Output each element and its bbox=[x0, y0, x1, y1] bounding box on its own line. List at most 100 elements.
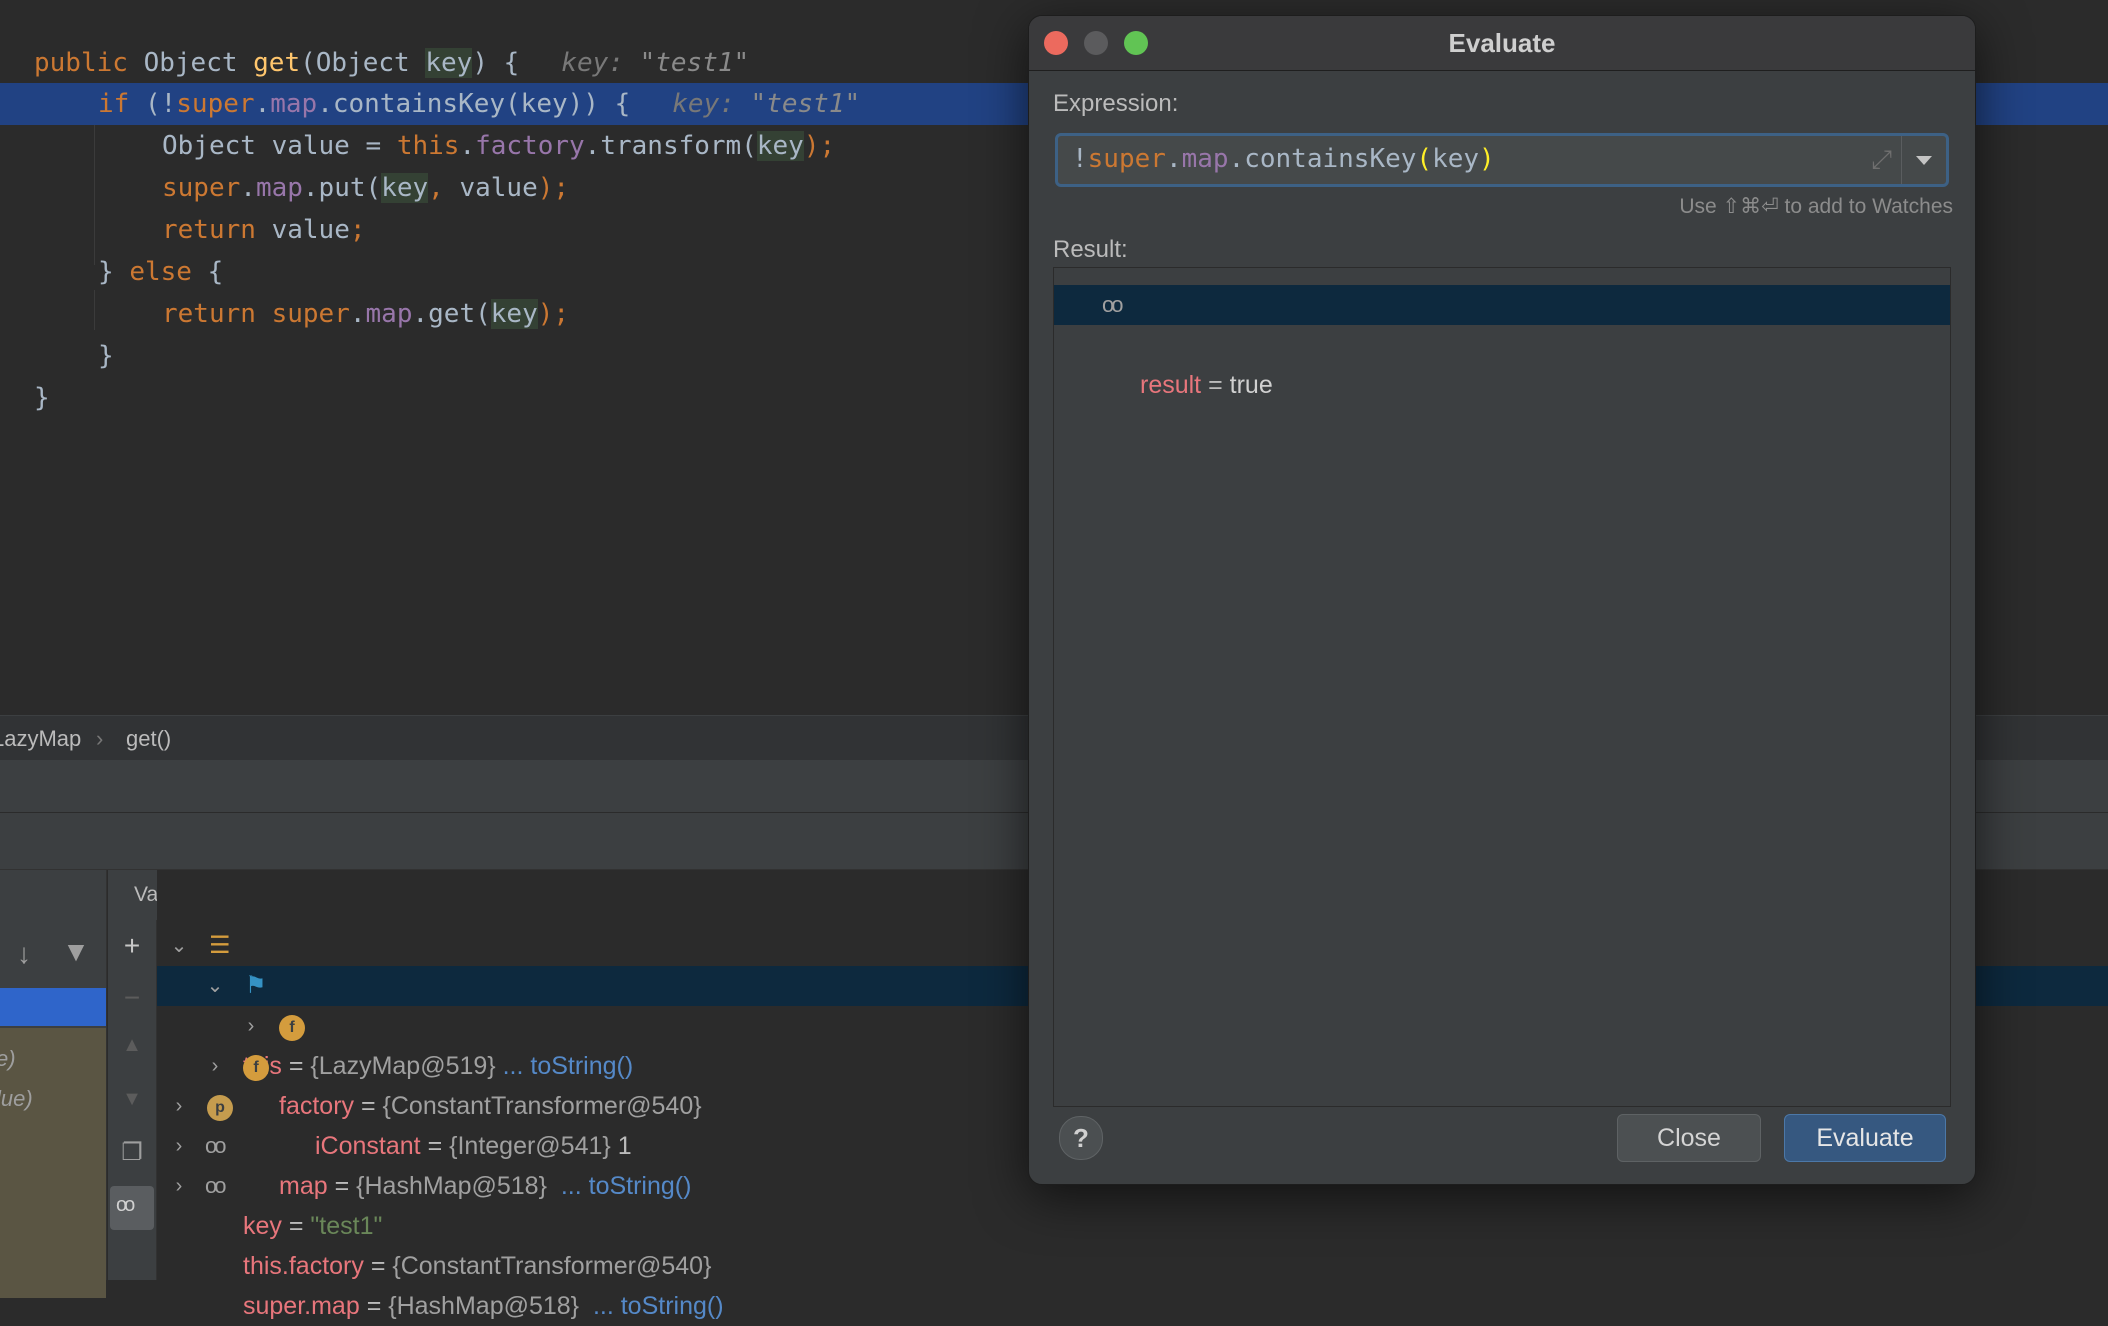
chevron-down-icon[interactable]: ⌄ bbox=[205, 966, 225, 1006]
result-tree[interactable]: oo result = true bbox=[1053, 267, 1951, 1107]
code-line-7[interactable]: return super.map.get(key); bbox=[162, 293, 569, 335]
code-line-8[interactable]: } bbox=[98, 335, 114, 377]
evaluate-button[interactable]: Evaluate bbox=[1784, 1114, 1946, 1162]
code-token: get bbox=[253, 48, 301, 78]
code-line-5[interactable]: return value; bbox=[162, 209, 366, 251]
add-icon[interactable]: + bbox=[112, 930, 152, 962]
move-down-icon[interactable]: ▼ bbox=[112, 1088, 152, 1111]
code-token: ) { bbox=[472, 48, 520, 78]
frame-item[interactable]: e) bbox=[0, 1046, 16, 1072]
code-token: } bbox=[98, 257, 130, 287]
code-token: . bbox=[1228, 144, 1245, 174]
evaluate-dialog: Evaluate Expression: !super.map.contains… bbox=[1028, 15, 1976, 1185]
history-dropdown[interactable] bbox=[1901, 136, 1946, 184]
dialog-title: Evaluate bbox=[1448, 28, 1556, 58]
field-icon: f bbox=[243, 1055, 269, 1081]
code-token: Object bbox=[127, 48, 254, 78]
frame-item-selected[interactable] bbox=[0, 988, 106, 1026]
dropdown-icon bbox=[1916, 156, 1932, 165]
breadcrumb-class[interactable]: LazyMap bbox=[0, 726, 81, 752]
variable-eq: = bbox=[359, 1292, 389, 1320]
inline-value-hint: key: bbox=[672, 89, 751, 119]
help-icon[interactable]: ? bbox=[1059, 1116, 1103, 1160]
code-token: factory bbox=[475, 131, 585, 161]
frame-item[interactable]: lue) bbox=[0, 1086, 33, 1112]
variable-name: this.factory bbox=[243, 1252, 364, 1280]
code-token: . bbox=[1165, 144, 1182, 174]
code-token: super bbox=[162, 173, 241, 203]
code-line-4[interactable]: super.map.put(key, value); bbox=[162, 167, 569, 209]
result-eq: = bbox=[1201, 371, 1230, 399]
param-icon: p bbox=[207, 1095, 233, 1121]
chevron-right-icon[interactable]: › bbox=[169, 1166, 189, 1206]
chevron-right-icon[interactable]: › bbox=[241, 1006, 261, 1046]
chevron-down-icon[interactable]: ⌄ bbox=[169, 926, 189, 966]
remove-icon[interactable]: − bbox=[112, 982, 152, 1014]
tostring-link[interactable]: ... toString() bbox=[593, 1292, 724, 1320]
indent-guide bbox=[94, 125, 95, 265]
frames-panel: ↓ ▼ e) lue) bbox=[0, 870, 107, 1298]
dialog-titlebar[interactable]: Evaluate bbox=[1029, 16, 1975, 71]
code-token: key bbox=[756, 131, 804, 161]
inline-value-hint: key: bbox=[561, 48, 640, 78]
glasses-icon: oo bbox=[205, 1133, 227, 1158]
code-token: ; bbox=[349, 215, 366, 245]
chevron-right-icon[interactable]: › bbox=[169, 1126, 189, 1166]
variable-eq: = bbox=[281, 1212, 311, 1240]
variable-value: {ConstantTransformer@540} bbox=[392, 1252, 712, 1280]
code-token: .transform( bbox=[584, 131, 757, 161]
code-token: . bbox=[349, 299, 366, 329]
result-row[interactable]: oo result = true bbox=[1054, 285, 1950, 399]
variable-name: key bbox=[243, 1212, 282, 1240]
code-token: map bbox=[270, 89, 318, 119]
library-frames bbox=[0, 1028, 106, 1298]
variable-value: {HashMap@518} bbox=[388, 1292, 580, 1320]
breadcrumb-method[interactable]: get() bbox=[126, 726, 171, 752]
code-token: this bbox=[396, 131, 460, 161]
code-token: , bbox=[428, 173, 444, 203]
code-token: . bbox=[254, 89, 271, 119]
code-token: else bbox=[129, 257, 192, 287]
code-token: super bbox=[1087, 144, 1166, 174]
variable-name: super.map bbox=[243, 1292, 360, 1320]
show-watches-toggle[interactable]: oo bbox=[110, 1186, 154, 1230]
chevron-right-icon[interactable]: › bbox=[169, 1086, 189, 1126]
glasses-icon: oo bbox=[1102, 292, 1124, 317]
code-token: ! bbox=[1072, 144, 1088, 174]
code-token: .get( bbox=[412, 299, 491, 329]
code-token: Object value = bbox=[162, 131, 397, 161]
expression-input[interactable]: !super.map.containsKey(key) ⤢ bbox=[1055, 133, 1949, 187]
expression-text[interactable]: !super.map.containsKey(key) bbox=[1072, 144, 1495, 174]
code-token: map bbox=[1181, 144, 1229, 174]
code-line-9[interactable]: } bbox=[34, 377, 50, 419]
code-line-2[interactable]: if (!super.map.containsKey(key)) {key: "… bbox=[98, 83, 860, 125]
move-up-icon[interactable]: ▲ bbox=[112, 1034, 152, 1057]
add-to-watches-hint: Use ⇧⌘⏎ to add to Watches bbox=[1679, 195, 1953, 218]
code-token: ) bbox=[1479, 144, 1495, 174]
copy-icon[interactable]: ❐ bbox=[112, 1138, 152, 1167]
code-line-3[interactable]: Object value = this.factory.transform(ke… bbox=[162, 125, 835, 167]
code-token: value bbox=[443, 173, 538, 203]
code-token: map bbox=[255, 173, 303, 203]
code-token: value bbox=[255, 215, 350, 245]
step-down-icon[interactable]: ↓ bbox=[4, 938, 44, 970]
code-token: key bbox=[381, 173, 429, 203]
close-button[interactable]: Close bbox=[1617, 1114, 1761, 1162]
code-token: (Object bbox=[300, 48, 426, 78]
code-line-1[interactable]: public Object get(Object key) {key: "tes… bbox=[34, 42, 749, 84]
code-token: key bbox=[425, 48, 473, 78]
expand-icon[interactable]: ⤢ bbox=[1871, 144, 1892, 176]
code-token: ); bbox=[803, 131, 836, 161]
filter-icon[interactable]: ▼ bbox=[56, 936, 96, 968]
variable-value: "test1" bbox=[310, 1212, 383, 1240]
code-token: .containsKey(key)) { bbox=[317, 89, 631, 119]
inline-value-hint: "test1" bbox=[750, 89, 861, 119]
code-token: if bbox=[98, 89, 130, 119]
chevron-right-icon[interactable]: › bbox=[205, 1046, 225, 1086]
code-token: return bbox=[162, 299, 256, 329]
code-token: (! bbox=[129, 89, 177, 119]
code-token: ( bbox=[1416, 144, 1433, 174]
result-label: Result: bbox=[1053, 236, 1128, 263]
code-line-6[interactable]: } else { bbox=[98, 251, 223, 293]
breadcrumb-separator: › bbox=[96, 726, 104, 751]
